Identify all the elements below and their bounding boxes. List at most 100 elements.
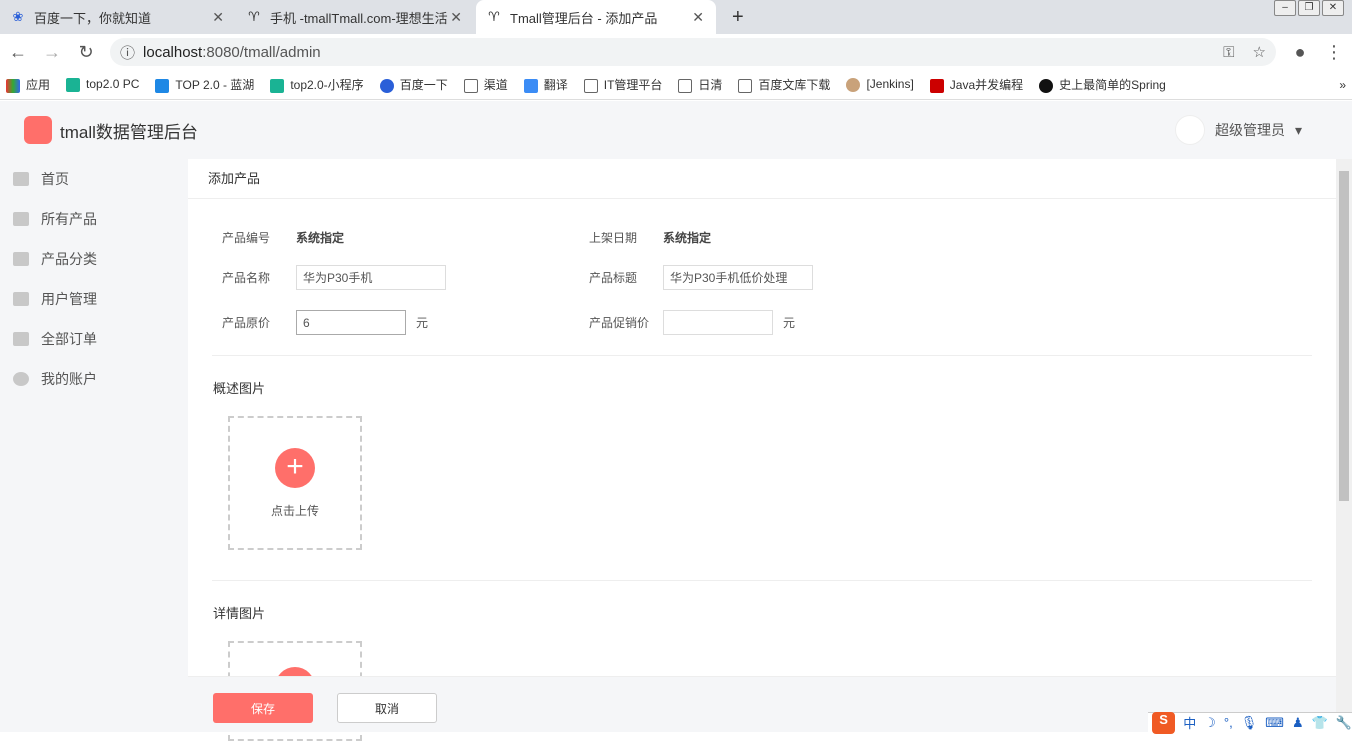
admin-app: tmall数据管理后台 超级管理员 ▾ 首页 所有产品 产品分类 用户管理 全部订… xyxy=(0,101,1352,741)
gear-icon xyxy=(13,372,29,386)
ime-toolbar: S 中 ☽ °, 🎙 ⌨ ♟ 👕 🔧 xyxy=(1148,711,1352,734)
close-tab-icon[interactable]: ✕ xyxy=(692,9,704,26)
tab-admin[interactable]: ♈ Tmall管理后台 - 添加产品 ✕ xyxy=(476,0,716,34)
bookmark[interactable]: [Jenkins] xyxy=(846,77,914,92)
url-host: localhost xyxy=(143,43,203,61)
unit-label: 元 xyxy=(416,316,429,330)
label: 产品原价 xyxy=(222,316,271,330)
punct-icon[interactable]: °, xyxy=(1224,715,1233,730)
shirt-icon[interactable]: 👕 xyxy=(1312,715,1328,731)
upload-label: 点击上传 xyxy=(270,503,319,518)
keyboard-icon[interactable]: ⌨ xyxy=(1265,715,1284,731)
page-title: 添加产品 xyxy=(188,159,1336,199)
url-input[interactable]: ⓘ localhost:8080/tmall/admin ⚿ ☆ xyxy=(110,38,1276,66)
overview-upload-button[interactable]: + 点击上传 xyxy=(228,416,362,550)
sogou-icon[interactable]: S xyxy=(1152,711,1176,734)
scrollbar-thumb[interactable] xyxy=(1339,171,1349,501)
home-icon xyxy=(13,172,29,186)
grid-icon xyxy=(13,252,29,266)
menu-icon[interactable]: ⋮ xyxy=(1324,42,1344,63)
tab-baidu[interactable]: ❀ 百度一下，你就知道 ✕ xyxy=(0,0,236,34)
user-icon[interactable]: ♟ xyxy=(1292,715,1304,731)
bookmark[interactable]: TOP 2.0 - 蓝湖 xyxy=(155,76,254,93)
main-content: 添加产品 产品编号 系统指定 上架日期 系统指定 产品名称 华为P30手机 产品标题 华… xyxy=(188,159,1336,741)
product-subtitle-input[interactable]: 华为P30手机低价处理 xyxy=(663,265,813,290)
star-icon[interactable]: ☆ xyxy=(1253,43,1266,61)
label: 产品名称 xyxy=(222,271,271,285)
clipboard-icon xyxy=(13,332,29,346)
label: 产品编号 xyxy=(222,231,271,245)
profile-icon[interactable]: ● xyxy=(1290,42,1310,63)
moon-icon[interactable]: ☽ xyxy=(1204,715,1216,731)
sidebar-item-users[interactable]: 用户管理 xyxy=(0,279,188,319)
date-value: 系统指定 xyxy=(663,231,712,245)
close-tab-icon[interactable]: ✕ xyxy=(450,9,462,26)
user-menu[interactable]: 超级管理员 ▾ xyxy=(1174,115,1302,145)
reload-icon[interactable]: ↻ xyxy=(76,42,96,63)
tmall-icon: ♈ xyxy=(248,9,260,24)
bookmark[interactable]: Java并发编程 xyxy=(929,76,1023,93)
box-icon xyxy=(13,212,29,226)
tab-title: 百度一下，你就知道 xyxy=(34,10,152,26)
product-name-input[interactable]: 华为P30手机 xyxy=(296,265,446,290)
bookmark[interactable]: 应用 xyxy=(6,76,50,93)
label: 产品促销价 xyxy=(589,316,650,330)
baidu-paw-icon: ❀ xyxy=(12,9,24,24)
url-path: :8080/tmall/admin xyxy=(202,43,321,61)
ime-lang[interactable]: 中 xyxy=(1183,713,1196,732)
tmall-icon: ♈ xyxy=(488,9,500,24)
label: 上架日期 xyxy=(589,231,638,245)
user-icon xyxy=(13,292,29,306)
sidebar: 首页 所有产品 产品分类 用户管理 全部订单 我的账户 xyxy=(0,159,188,732)
bookmark[interactable]: 百度一下 xyxy=(379,76,448,93)
app-title: tmall数据管理后台 xyxy=(60,122,198,142)
back-icon[interactable]: ← xyxy=(8,42,28,63)
bookmark[interactable]: 日清 xyxy=(678,76,722,93)
bookmark[interactable]: 史上最简单的Spring xyxy=(1039,76,1166,93)
address-bar-row: ← → ↻ ⓘ localhost:8080/tmall/admin ⚿ ☆ ● ⋮ xyxy=(0,34,1352,70)
sidebar-item-categories[interactable]: 产品分类 xyxy=(0,239,188,279)
divider xyxy=(212,580,1312,581)
new-tab-button[interactable]: + xyxy=(722,0,754,34)
detail-images-title: 详情图片 xyxy=(213,606,266,621)
forward-icon[interactable]: → xyxy=(42,42,62,63)
original-price-input[interactable]: 6 xyxy=(296,310,406,335)
close-tab-icon[interactable]: ✕ xyxy=(212,9,224,26)
info-icon: ⓘ xyxy=(120,44,136,62)
sidebar-item-products[interactable]: 所有产品 xyxy=(0,199,188,239)
close-window-button[interactable]: ✕ xyxy=(1322,0,1344,16)
bookmark[interactable]: 渠道 xyxy=(463,76,508,93)
bookmark[interactable]: 百度文库下载 xyxy=(738,76,830,93)
user-name: 超级管理员 xyxy=(1214,122,1285,138)
tab-bar: ❀ 百度一下，你就知道 ✕ ♈ 手机 -tmallTmall.com-理想生活 ✕ ♈ T… xyxy=(0,0,1352,34)
unit-label: 元 xyxy=(783,316,796,330)
more-bookmarks-icon[interactable]: » xyxy=(1339,78,1346,92)
cancel-button[interactable]: 取消 xyxy=(337,693,437,723)
scrollbar[interactable] xyxy=(1336,159,1352,732)
sidebar-item-account[interactable]: 我的账户 xyxy=(0,359,188,399)
tab-tmall[interactable]: ♈ 手机 -tmallTmall.com-理想生活 ✕ xyxy=(236,0,474,34)
overview-images-title: 概述图片 xyxy=(213,381,266,396)
caret-down-icon: ▾ xyxy=(1294,121,1302,138)
divider xyxy=(212,355,1312,356)
label: 产品标题 xyxy=(589,271,638,285)
wrench-icon[interactable]: 🔧 xyxy=(1336,715,1352,731)
bookmarks-bar: 应用 top2.0 PC TOP 2.0 - 蓝湖 top2.0-小程序 百度一… xyxy=(0,70,1352,100)
key-icon[interactable]: ⚿ xyxy=(1223,44,1234,61)
minimize-button[interactable]: – xyxy=(1274,0,1296,16)
tab-title: 手机 -tmallTmall.com-理想生活 xyxy=(270,10,448,26)
tab-title: Tmall管理后台 - 添加产品 xyxy=(510,10,658,26)
restore-button[interactable]: ❐ xyxy=(1298,0,1320,16)
save-button[interactable]: 保存 xyxy=(213,693,313,723)
sidebar-item-orders[interactable]: 全部订单 xyxy=(0,319,188,359)
product-id-value: 系统指定 xyxy=(296,231,345,245)
sidebar-item-home[interactable]: 首页 xyxy=(0,159,188,199)
mic-icon[interactable]: 🎙 xyxy=(1241,715,1258,731)
avatar xyxy=(1174,115,1205,145)
bookmark[interactable]: IT管理平台 xyxy=(583,76,662,93)
bookmark[interactable]: top2.0-小程序 xyxy=(270,76,364,93)
promo-price-input[interactable] xyxy=(663,310,773,335)
bookmark[interactable]: 翻译 xyxy=(523,76,568,93)
bookmark[interactable]: top2.0 PC xyxy=(66,77,139,92)
logo-bag-icon xyxy=(24,116,52,144)
